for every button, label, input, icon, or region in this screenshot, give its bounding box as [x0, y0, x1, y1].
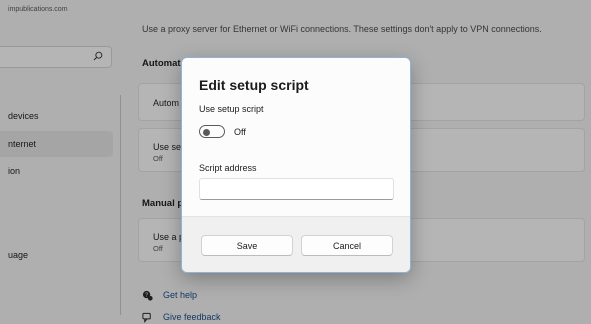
- use-setup-script-label: Use setup script: [199, 104, 264, 114]
- save-button[interactable]: Save: [201, 235, 293, 256]
- dialog-footer: Save Cancel: [182, 216, 410, 272]
- script-address-input[interactable]: [199, 178, 394, 200]
- toggle-knob: [203, 128, 210, 136]
- dialog-body: Edit setup script Use setup script Off S…: [182, 58, 410, 216]
- script-address-label: Script address: [199, 163, 257, 173]
- dialog-title: Edit setup script: [199, 77, 309, 93]
- cancel-button[interactable]: Cancel: [301, 235, 393, 256]
- toggle-state-label: Off: [234, 127, 246, 137]
- edit-setup-script-dialog: Edit setup script Use setup script Off S…: [181, 57, 411, 273]
- use-setup-script-toggle[interactable]: [199, 125, 225, 138]
